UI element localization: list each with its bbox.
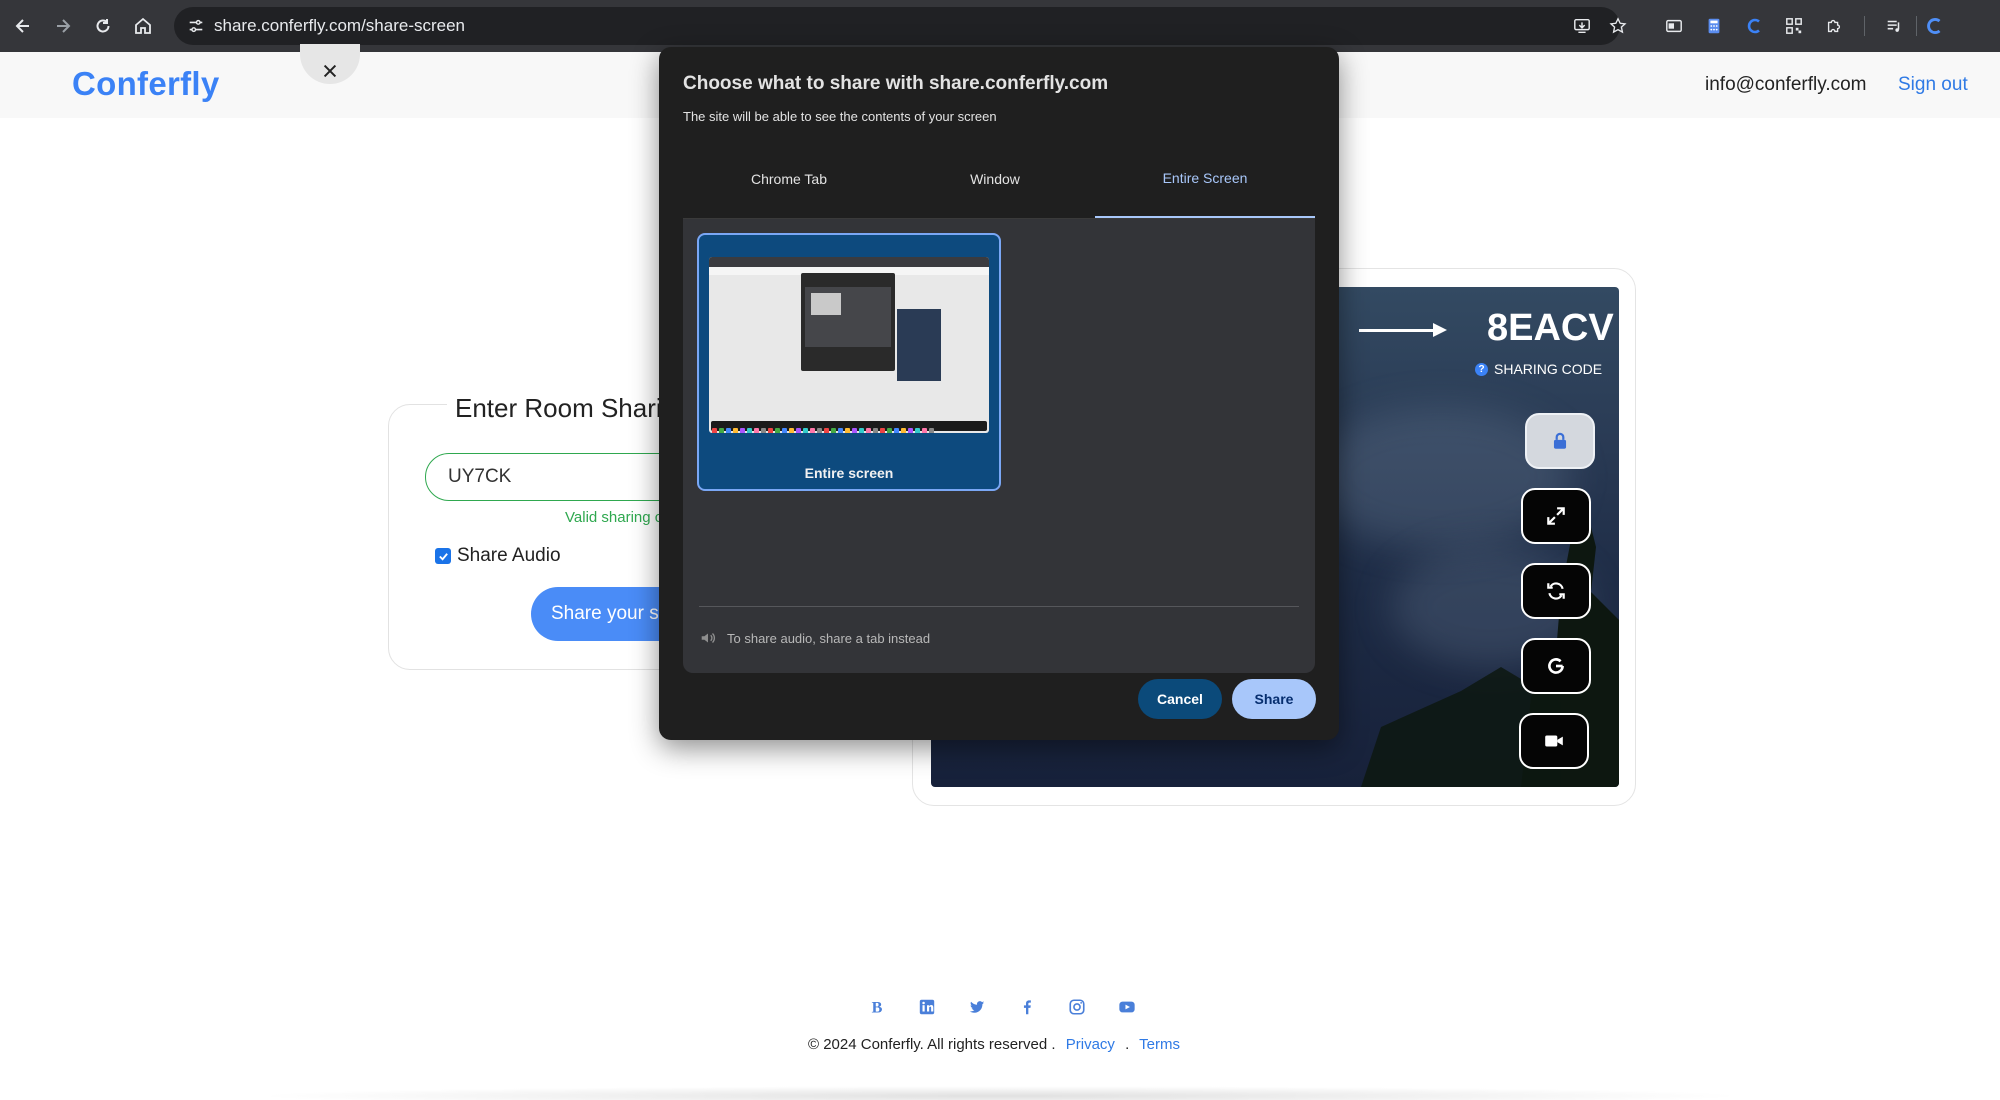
expand-button[interactable] — [1521, 488, 1591, 544]
mini-dialog — [801, 273, 895, 371]
share-audio-label[interactable]: Share Audio — [457, 545, 561, 567]
copyright-text: © 2024 Conferfly. All rights reserved . — [808, 1036, 1056, 1053]
qr-code-icon[interactable] — [1780, 12, 1808, 40]
share-audio-checkbox[interactable] — [435, 548, 451, 564]
privacy-link[interactable]: Privacy — [1066, 1036, 1115, 1053]
youtube-icon[interactable] — [1116, 996, 1138, 1018]
sidebar-icon[interactable] — [1660, 12, 1688, 40]
video-camera-icon — [1545, 735, 1563, 747]
reload-button[interactable] — [86, 9, 120, 43]
check-icon — [438, 552, 448, 561]
mini-dialog-panel — [805, 287, 891, 347]
linkedin-icon[interactable] — [916, 996, 938, 1018]
share-button[interactable]: Share — [1232, 679, 1316, 719]
sharing-code-label-text: SHARING CODE — [1494, 361, 1603, 377]
mini-browser-bar — [709, 257, 989, 267]
user-email: info@conferfly.com — [1705, 74, 1867, 95]
expand-icon — [1547, 507, 1565, 525]
address-bar[interactable]: share.conferfly.com/share-screen — [174, 7, 1627, 45]
bottom-shadow — [250, 1086, 1750, 1100]
tab-entire-screen[interactable]: Entire Screen — [1095, 139, 1315, 219]
twitter-icon[interactable] — [966, 996, 988, 1018]
mini-preview — [897, 309, 941, 381]
video-camera-button[interactable] — [1519, 713, 1589, 769]
back-button[interactable] — [6, 9, 40, 43]
thumbnail-label: Entire screen — [804, 465, 894, 481]
mini-thumbnail — [811, 293, 841, 315]
speaker-icon — [701, 633, 715, 643]
toolbar-separator — [1864, 16, 1865, 36]
url-text: share.conferfly.com/share-screen — [214, 16, 466, 35]
tab-window[interactable]: Window — [895, 139, 1095, 219]
close-icon — [323, 64, 337, 78]
audio-hint-text: To share audio, share a tab instead — [727, 630, 931, 646]
home-icon — [135, 17, 151, 34]
panel-divider — [699, 606, 1299, 607]
google-icon — [1548, 658, 1564, 674]
media-control-icon[interactable] — [1880, 12, 1908, 40]
toolbar-separator — [1916, 16, 1917, 36]
blogger-b-icon[interactable]: B — [866, 996, 888, 1018]
forward-icon — [57, 19, 71, 33]
terms-link[interactable]: Terms — [1139, 1036, 1180, 1053]
instagram-icon[interactable] — [1066, 996, 1088, 1018]
share-source-tabs: Chrome Tab Window Entire Screen — [683, 139, 1315, 219]
audio-hint: To share audio, share a tab instead — [699, 629, 930, 647]
preview-sharing-code: 8EACV — [1487, 307, 1614, 349]
social-links: B — [866, 996, 1138, 1018]
refresh-icon — [1547, 582, 1565, 600]
signout-link[interactable]: Sign out — [1898, 74, 1968, 96]
tab-chrome-tab[interactable]: Chrome Tab — [683, 139, 895, 219]
calculator-icon[interactable] — [1700, 12, 1728, 40]
site-info-icon[interactable] — [184, 14, 208, 38]
sharing-code-label: ? SHARING CODE — [1475, 361, 1602, 377]
entire-screen-thumbnail[interactable]: Entire screen — [697, 233, 1001, 491]
bookmark-star-icon[interactable] — [1606, 14, 1630, 38]
footer-copyright: © 2024 Conferfly. All rights reserved . … — [808, 1036, 1180, 1053]
lock-icon — [1553, 432, 1567, 449]
svg-text:B: B — [872, 998, 883, 1016]
puzzle-icon[interactable] — [1820, 12, 1848, 40]
screen-share-picker-dialog: Choose what to share with share.conferfl… — [659, 47, 1339, 740]
facebook-icon[interactable] — [1016, 996, 1038, 1018]
conferfly-logo[interactable]: Conferfly — [72, 65, 220, 103]
cancel-button[interactable]: Cancel — [1138, 679, 1222, 719]
source-panel: Entire screen To share audio, share a ta… — [683, 219, 1315, 673]
lock-button[interactable] — [1525, 413, 1595, 469]
help-icon[interactable]: ? — [1475, 362, 1488, 376]
dialog-title: Choose what to share with share.conferfl… — [683, 73, 1109, 94]
mini-dock — [711, 421, 987, 433]
extension-c-icon[interactable] — [1740, 12, 1768, 40]
arrow-line — [1359, 329, 1439, 332]
reload-icon — [96, 19, 110, 33]
screen-preview-image — [709, 257, 989, 433]
dialog-subtitle: The site will be able to see the content… — [683, 109, 997, 124]
forward-button[interactable] — [46, 9, 80, 43]
footer-separator: . — [1125, 1036, 1130, 1053]
google-button[interactable] — [1521, 638, 1591, 694]
install-icon[interactable] — [1570, 14, 1594, 38]
arrow-head — [1433, 323, 1447, 337]
refresh-button[interactable] — [1521, 563, 1591, 619]
profile-c-icon[interactable] — [1920, 12, 1948, 40]
home-button[interactable] — [126, 9, 160, 43]
back-icon — [15, 19, 29, 33]
